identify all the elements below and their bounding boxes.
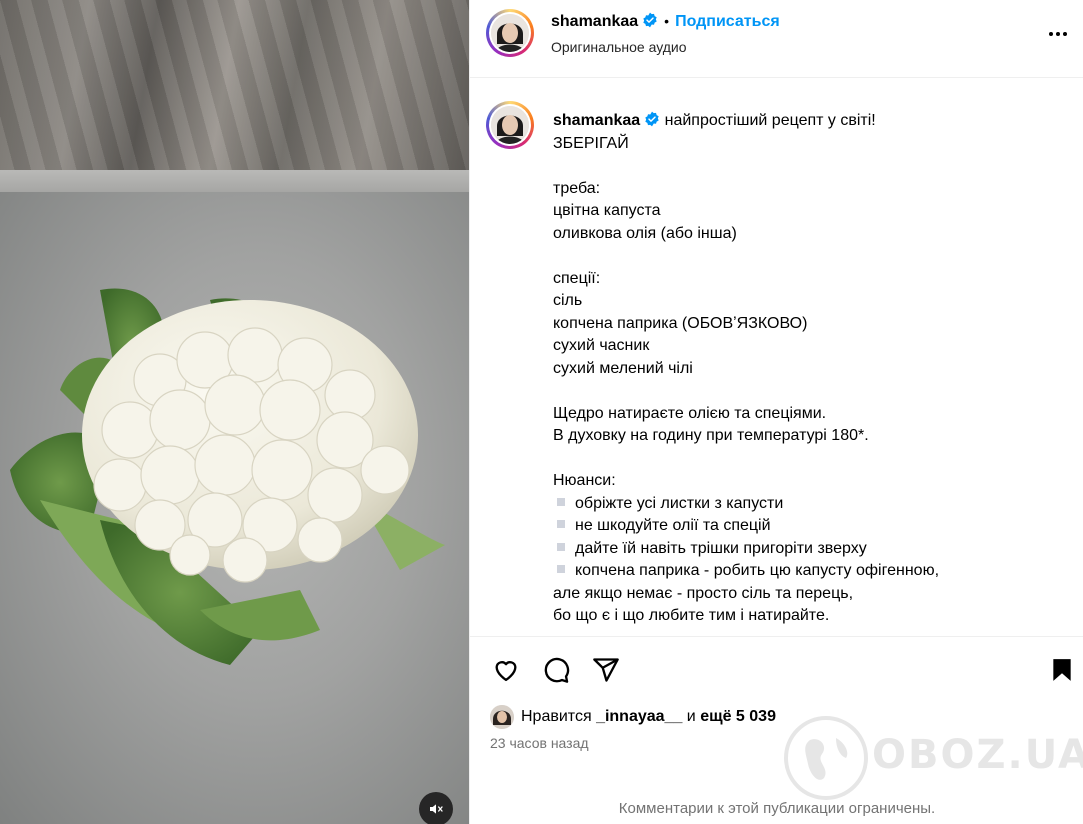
caption-line: ЗБЕРІГАЙ	[553, 134, 629, 152]
caption-username[interactable]: shamankaa	[553, 112, 640, 129]
caption-line: але якщо немає - просто сіль та перець,	[553, 584, 854, 602]
caption-line: Нюанси:	[553, 472, 616, 489]
comments-limited-notice: Комментарии к этой публикации ограничены…	[618, 800, 936, 817]
caption-line: сухий мелений чілі	[553, 359, 693, 377]
follow-button[interactable]: Подписаться	[675, 13, 780, 30]
likes-others-count[interactable]: ещё 5 039	[700, 708, 776, 726]
comment-button[interactable]	[540, 654, 572, 686]
caption-bullet-item: обріжте усі листки з капусти	[553, 493, 1053, 516]
caption-line: сіль	[553, 292, 583, 309]
caption-line: копчена паприка (ОБОВʼЯЗКОВО)	[553, 314, 808, 332]
like-button[interactable]	[490, 654, 522, 686]
caption-line: В духовку на годину при температурі 180*…	[553, 427, 869, 444]
caption-bullet-item: не шкодуйте олії та спецій	[553, 515, 1053, 538]
post-header: shamankaa • Подписаться Оригинальное аудио	[470, 0, 1083, 78]
likes-conjunction: и	[686, 708, 696, 725]
post-details-panel: shamankaa • Подписаться Оригинальное аудио…	[469, 0, 1083, 824]
bullet-icon	[557, 565, 565, 573]
caption-line	[553, 380, 1053, 403]
comment-icon	[544, 657, 570, 683]
caption-author-avatar[interactable]	[486, 101, 534, 149]
save-button[interactable]	[1046, 654, 1078, 686]
author-avatar[interactable]	[486, 9, 534, 57]
caption-line: оливкова олія (або інша)	[553, 224, 737, 242]
mute-button[interactable]	[419, 792, 453, 824]
bullet-icon	[557, 542, 565, 551]
more-options-icon[interactable]	[1044, 22, 1072, 46]
caption-bullet-item: дайте їй навіть трішки пригоріти зверху	[553, 538, 1053, 561]
avatar-photo	[491, 14, 529, 52]
speaker-muted-icon	[430, 804, 443, 814]
caption-text: shamankaa найпростіший рецепт у світі! З…	[553, 110, 1053, 628]
bullet-icon	[557, 497, 565, 506]
caption-line: спеції:	[553, 269, 601, 287]
share-button[interactable]	[590, 654, 622, 686]
caption-line	[553, 155, 1053, 178]
caption-first-line: найпростіший рецепт у світі!	[664, 112, 876, 129]
cauliflower-image	[10, 288, 445, 665]
caption-line	[553, 245, 1053, 268]
verified-badge-icon	[645, 111, 659, 127]
caption-section: shamankaa найпростіший рецепт у світі! З…	[470, 79, 1083, 637]
background-ledge	[0, 170, 469, 192]
likes-summary: Нравится _innayaa__ и ещё 5 039	[490, 704, 776, 730]
caption-line: треба:	[553, 179, 601, 197]
background-wall	[0, 0, 469, 170]
post-media[interactable]	[0, 0, 469, 824]
author-username[interactable]: shamankaa	[551, 13, 638, 30]
header-separator: •	[664, 13, 670, 29]
likes-prefix: Нравится	[521, 708, 592, 725]
caption-line	[553, 448, 1053, 471]
caption-bullet-item: копчена паприка - робить цю капусту офіг…	[553, 560, 1053, 583]
caption-line: Щедро натираєте олією та спеціями.	[553, 404, 827, 422]
heart-icon	[495, 661, 517, 682]
caption-line: бо що є і що любите тим і натирайте.	[553, 607, 830, 624]
audio-link[interactable]: Оригинальное аудио	[551, 39, 687, 55]
bullet-icon	[557, 520, 565, 528]
liker-username[interactable]: _innayaa__	[596, 708, 682, 726]
avatar-photo	[491, 106, 529, 144]
caption-line: сухий часник	[553, 337, 650, 354]
post-actions	[470, 650, 1083, 690]
post-timestamp[interactable]: 23 часов назад	[490, 735, 589, 751]
verified-badge-icon	[643, 12, 657, 28]
caption-line: цвітна капуста	[553, 202, 661, 219]
share-icon	[593, 658, 619, 682]
liker-avatar[interactable]	[490, 705, 514, 729]
bookmark-icon	[1053, 659, 1071, 681]
